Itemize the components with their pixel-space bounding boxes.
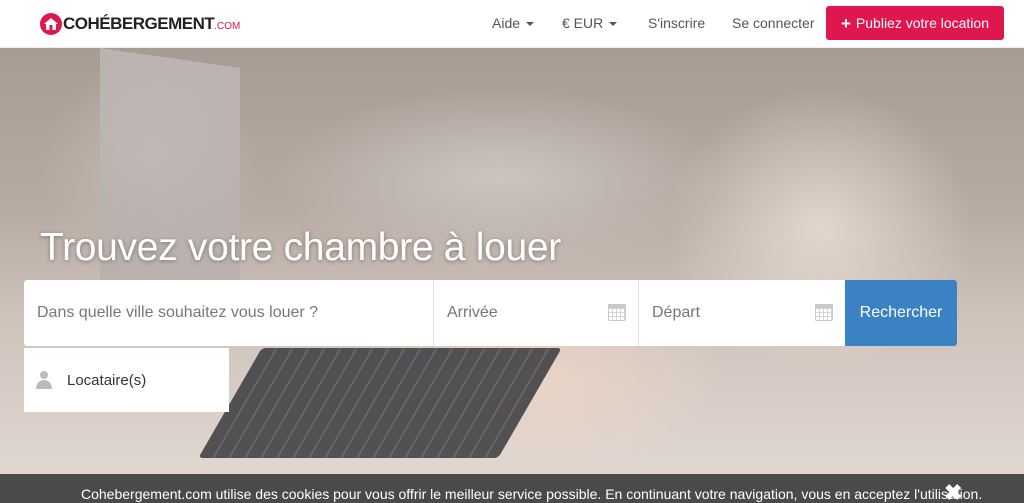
help-label: Aide	[492, 15, 521, 31]
signup-link[interactable]: S'inscrire	[648, 15, 705, 31]
calendar-icon[interactable]	[608, 304, 626, 321]
publish-listing-button[interactable]: + Publiez votre location	[826, 6, 1004, 40]
currency-label: € EUR	[562, 15, 604, 31]
calendar-icon[interactable]	[815, 304, 833, 321]
cookie-message: Cohebergement.com utilise des cookies po…	[81, 486, 983, 502]
logo-text: COHÉBERGEMENT.COM	[63, 14, 241, 33]
guests-selector[interactable]: Locataire(s)	[24, 348, 229, 412]
hero-banner: Trouvez votre chambre à louer Rechercher…	[0, 48, 1024, 503]
publish-label: Publiez votre location	[855, 15, 989, 31]
chevron-down-icon	[526, 22, 535, 26]
logo-suffix: .COM	[214, 21, 241, 32]
cookie-banner: Cohebergement.com utilise des cookies po…	[0, 474, 1024, 503]
currency-dropdown[interactable]: € EUR	[562, 15, 618, 31]
city-input[interactable]	[24, 280, 433, 346]
user-icon	[35, 371, 53, 389]
departure-field[interactable]	[639, 280, 845, 346]
login-link[interactable]: Se connecter	[732, 15, 815, 31]
search-bar: Rechercher	[24, 280, 958, 346]
hero-headline: Trouvez votre chambre à louer	[40, 226, 561, 269]
hero-background-keyboard	[198, 348, 562, 458]
guests-label: Locataire(s)	[67, 371, 147, 389]
chevron-down-icon	[609, 22, 618, 26]
house-icon	[40, 13, 62, 35]
search-button[interactable]: Rechercher	[845, 280, 957, 346]
site-logo[interactable]: COHÉBERGEMENT.COM	[40, 12, 240, 36]
close-icon[interactable]: ✖	[944, 482, 962, 503]
site-header: COHÉBERGEMENT.COM Aide € EUR S'inscrire …	[0, 0, 1024, 48]
arrival-field[interactable]	[434, 280, 639, 346]
help-dropdown[interactable]: Aide	[492, 15, 535, 31]
city-field[interactable]	[24, 280, 434, 346]
plus-icon: +	[840, 13, 851, 33]
